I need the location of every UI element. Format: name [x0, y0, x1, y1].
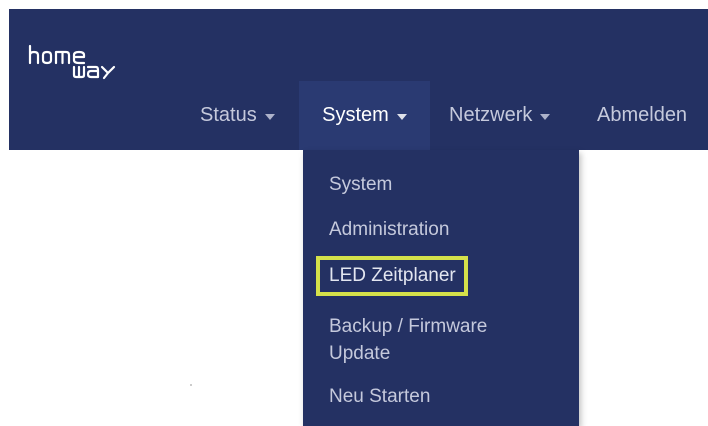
menu-item-system-label: System	[329, 174, 393, 195]
menu-item-led-zeitplaner-label: LED Zeitplaner	[329, 265, 456, 286]
homeway-logo[interactable]	[26, 42, 146, 82]
menu-item-backup-label-line1: Backup / Firmware	[329, 316, 488, 337]
menu-item-backup-label-line2: Update	[329, 343, 391, 364]
caret-down-icon	[264, 113, 275, 120]
nav-system[interactable]: System	[299, 81, 430, 150]
nav-abmelden-label: Abmelden	[597, 104, 688, 126]
menu-item-administration[interactable]: Administration	[329, 218, 449, 242]
nav-status-label: Status	[200, 104, 257, 126]
caret-down-icon	[540, 113, 551, 120]
system-dropdown-menu: System Administration LED Zeitplaner Bac…	[303, 150, 579, 426]
menu-item-led-zeitplaner[interactable]: LED Zeitplaner	[316, 256, 468, 296]
nav-abmelden[interactable]: Abmelden	[597, 81, 687, 150]
nav-netzwerk[interactable]: Netzwerk	[449, 81, 551, 150]
caret-down-icon	[396, 113, 407, 120]
homeway-logo-icon	[28, 44, 116, 80]
nav-netzwerk-label: Netzwerk	[449, 104, 533, 126]
stray-pixel	[190, 384, 192, 386]
menu-item-administration-label: Administration	[329, 219, 450, 240]
nav-status[interactable]: Status	[200, 81, 275, 150]
menu-item-backup-firmware-update[interactable]: Backup / Firmware Update	[329, 313, 549, 367]
nav-system-label: System	[322, 104, 389, 126]
menu-item-system[interactable]: System	[329, 173, 392, 197]
menu-item-neu-starten-label: Neu Starten	[329, 386, 431, 407]
menu-item-neu-starten[interactable]: Neu Starten	[329, 385, 430, 409]
